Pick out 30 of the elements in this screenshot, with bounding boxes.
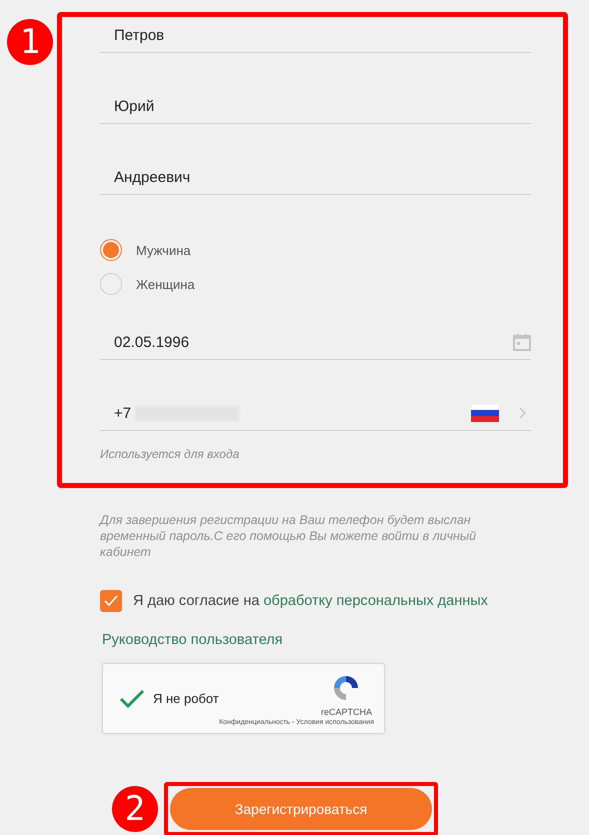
text-field[interactable]: Юрий bbox=[100, 89, 531, 124]
field-value: Юрий bbox=[114, 98, 154, 114]
radio-button[interactable] bbox=[100, 239, 122, 261]
calendar-icon[interactable] bbox=[513, 333, 531, 351]
guide-link[interactable]: Руководство пользователя bbox=[102, 632, 283, 648]
consent-link[interactable]: обработку персональных данных bbox=[263, 593, 488, 609]
text-field[interactable]: Петров bbox=[100, 18, 531, 53]
text-field[interactable]: Андреевич bbox=[100, 160, 531, 195]
date-field[interactable]: 02.05.1996 bbox=[100, 325, 531, 360]
field-value: Петров bbox=[114, 26, 164, 44]
radio-label: Мужчина bbox=[136, 242, 191, 258]
callout-number: 1 bbox=[7, 19, 53, 65]
info-text: Для завершения регистрации на Ваш телефон будет выслан временный пароль.С его помощью Вы можете войти в личный кабинет bbox=[100, 512, 478, 560]
checkbox[interactable] bbox=[100, 590, 122, 612]
field-value: 02.05.1996 bbox=[114, 334, 190, 350]
consent-text: Я даю согласие на обработку персональных данных bbox=[133, 593, 488, 609]
russian-flag-icon[interactable] bbox=[471, 404, 499, 422]
checkmark-icon bbox=[104, 595, 118, 607]
radio-label: Женщина bbox=[136, 276, 195, 292]
checkmark-icon[interactable] bbox=[119, 688, 145, 708]
recaptcha-logo-icon bbox=[331, 673, 361, 703]
phone-field[interactable]: +7 bbox=[100, 396, 531, 431]
captcha-label: Я не робот bbox=[153, 691, 219, 706]
captcha-brand: reCAPTCHA bbox=[320, 707, 372, 717]
hint-text: Используется для входа bbox=[100, 447, 240, 461]
callout-number: 2 bbox=[112, 786, 158, 832]
field-value: Андреевич bbox=[114, 168, 190, 186]
field-value: +7 bbox=[114, 404, 132, 422]
radio-button[interactable] bbox=[100, 273, 122, 295]
chevron-right-icon[interactable] bbox=[519, 407, 527, 419]
